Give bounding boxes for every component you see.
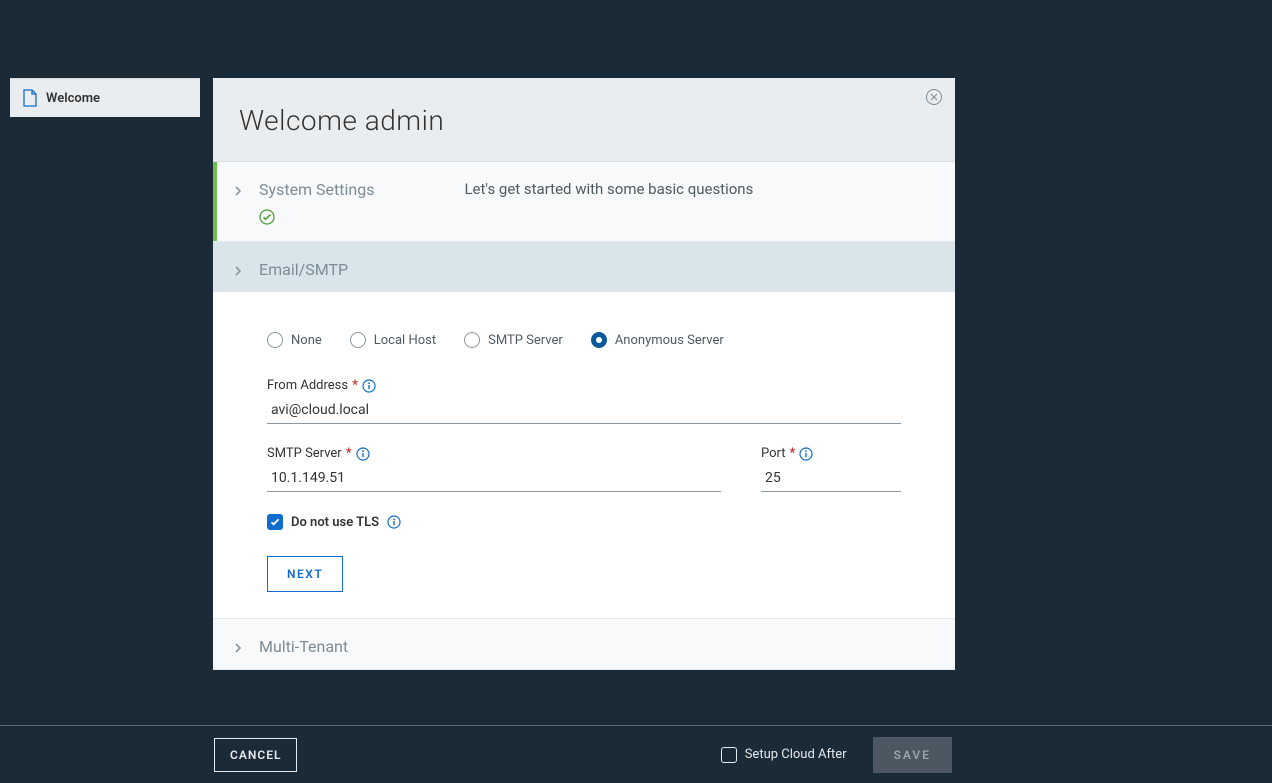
info-icon[interactable] bbox=[387, 515, 401, 529]
info-icon[interactable] bbox=[799, 447, 813, 461]
field-port: Port * bbox=[761, 446, 901, 492]
tls-checkbox-row: Do not use TLS bbox=[267, 514, 901, 530]
step-multitenant-header[interactable]: Multi-Tenant bbox=[213, 619, 955, 669]
radio-smtp-server[interactable]: SMTP Server bbox=[464, 332, 563, 348]
field-from-address: From Address * bbox=[267, 378, 901, 424]
check-circle-icon bbox=[259, 209, 753, 229]
step-email-body: None Local Host SMTP Server Anonymous Se… bbox=[213, 292, 955, 618]
step-title: Multi-Tenant bbox=[259, 637, 348, 656]
setup-cloud-label: Setup Cloud After bbox=[745, 747, 847, 762]
tab-label: Welcome bbox=[46, 91, 100, 106]
step-title: Email/SMTP bbox=[259, 260, 348, 279]
tab-welcome[interactable]: Welcome bbox=[10, 78, 200, 117]
radio-local-host[interactable]: Local Host bbox=[350, 332, 436, 348]
setup-cloud-checkbox[interactable]: Setup Cloud After bbox=[721, 747, 847, 763]
smtp-mode-radios: None Local Host SMTP Server Anonymous Se… bbox=[267, 332, 901, 348]
step-email-smtp: Email/SMTP None Local Host SMTP Server bbox=[213, 242, 955, 619]
smtp-server-input[interactable] bbox=[267, 465, 721, 492]
cancel-button[interactable]: CANCEL bbox=[214, 738, 297, 772]
step-system-header[interactable]: System Settings Let's get started with s… bbox=[213, 162, 955, 241]
tls-label: Do not use TLS bbox=[291, 515, 379, 530]
step-email-header[interactable]: Email/SMTP bbox=[213, 242, 955, 292]
required-asterisk: * bbox=[346, 446, 352, 461]
panel-title: Welcome admin bbox=[239, 104, 929, 137]
wizard-panel: Welcome admin System Settings Let's get … bbox=[213, 78, 955, 670]
radio-anonymous-server[interactable]: Anonymous Server bbox=[591, 332, 724, 348]
chevron-right-icon bbox=[229, 639, 247, 657]
smtp-server-label: SMTP Server bbox=[267, 446, 342, 461]
next-button[interactable]: NEXT bbox=[267, 556, 343, 592]
port-input[interactable] bbox=[761, 465, 901, 492]
step-multi-tenant: Multi-Tenant bbox=[213, 619, 955, 670]
panel-header: Welcome admin bbox=[213, 78, 955, 162]
step-subtitle: Let's get started with some basic questi… bbox=[464, 180, 753, 199]
port-label: Port bbox=[761, 446, 786, 461]
info-icon[interactable] bbox=[356, 447, 370, 461]
tls-checkbox[interactable] bbox=[267, 514, 283, 530]
chevron-right-icon bbox=[229, 182, 247, 200]
required-asterisk: * bbox=[790, 446, 796, 461]
required-asterisk: * bbox=[352, 378, 358, 393]
field-smtp-server: SMTP Server * bbox=[267, 446, 721, 492]
from-address-input[interactable] bbox=[267, 397, 901, 424]
radio-none[interactable]: None bbox=[267, 332, 322, 348]
step-system-settings: System Settings Let's get started with s… bbox=[213, 162, 955, 242]
file-icon bbox=[22, 89, 38, 107]
info-icon[interactable] bbox=[362, 379, 376, 393]
from-address-label: From Address bbox=[267, 378, 348, 393]
step-title: System Settings bbox=[259, 180, 374, 199]
close-button[interactable] bbox=[925, 88, 943, 106]
chevron-right-icon bbox=[229, 262, 247, 280]
save-button[interactable]: SAVE bbox=[873, 737, 952, 773]
tab-strip: Welcome bbox=[10, 78, 200, 117]
footer-bar: CANCEL Setup Cloud After SAVE bbox=[0, 725, 1272, 783]
